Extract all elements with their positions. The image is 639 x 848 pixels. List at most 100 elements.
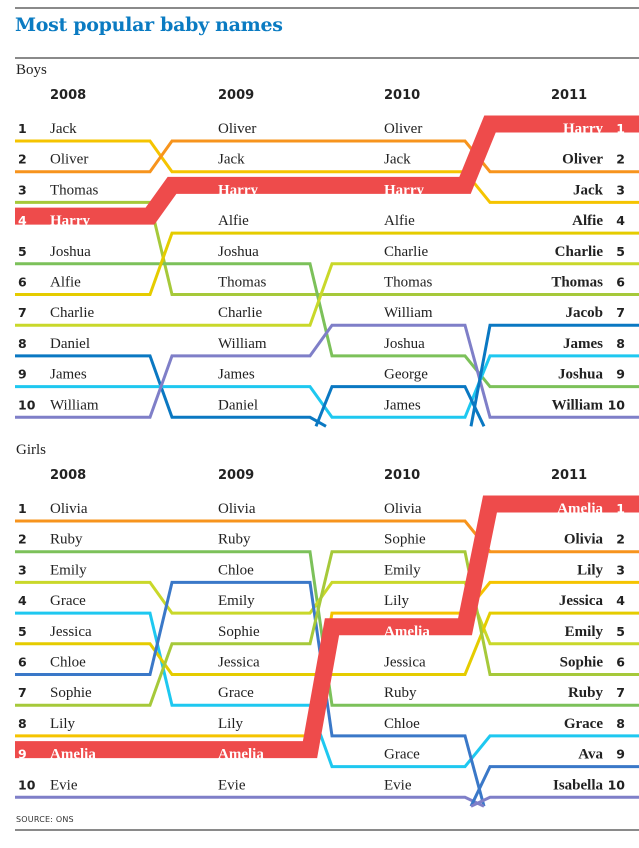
name-label: Ruby	[50, 532, 83, 548]
name-label: Grace	[384, 747, 420, 763]
rank-left: 7	[18, 305, 27, 320]
rank-left: 10	[18, 777, 36, 792]
name-label: Emily	[218, 593, 255, 609]
name-label: Joshua	[218, 244, 259, 260]
name-label: Joshua	[384, 336, 425, 352]
name-label: Jessica	[218, 655, 260, 671]
name-label: Sophie	[560, 655, 604, 671]
rank-left: 6	[18, 655, 27, 670]
name-label: Oliver	[218, 121, 256, 137]
name-label: Sophie	[218, 624, 260, 640]
rank-right: 4	[616, 213, 625, 228]
name-label: Amelia	[218, 747, 264, 763]
rank-right: 7	[616, 685, 625, 700]
series-line-oliver	[15, 139, 639, 174]
name-label: Thomas	[50, 182, 98, 198]
rank-left: 7	[18, 685, 27, 700]
rank-left: 3	[18, 562, 27, 577]
name-label: Harry	[384, 182, 424, 198]
name-label: Chloe	[50, 655, 86, 671]
rank-right: 8	[616, 336, 625, 351]
rank-left: 4	[18, 213, 27, 228]
rank-left: 8	[18, 336, 27, 351]
rank-right: 6	[616, 655, 625, 670]
name-label: Harry	[563, 121, 603, 137]
name-label: William	[552, 397, 604, 413]
name-label: James	[384, 397, 421, 413]
rank-left: 1	[18, 121, 27, 136]
name-label: Ruby	[384, 685, 417, 701]
name-label: Jack	[218, 152, 245, 168]
rank-left: 9	[18, 747, 27, 762]
name-label: Amelia	[557, 501, 603, 517]
lines-boys	[15, 115, 639, 428]
name-label: Grace	[50, 593, 86, 609]
series-line-amelia	[15, 495, 639, 759]
lines-girls	[15, 495, 639, 808]
rank-right: 7	[616, 305, 625, 320]
rank-left: 9	[18, 367, 27, 382]
name-label: Thomas	[551, 275, 603, 291]
rank-right: 5	[616, 244, 625, 259]
name-label: Emily	[565, 624, 604, 640]
rank-right: 4	[616, 593, 625, 608]
name-label: Charlie	[218, 305, 262, 321]
name-label: Chloe	[384, 716, 420, 732]
name-label: Lily	[218, 716, 243, 732]
name-label: Alfie	[218, 213, 249, 229]
series-line-olivia	[15, 519, 639, 554]
name-label: Jack	[384, 152, 411, 168]
rank-left: 6	[18, 275, 27, 290]
name-label: Lily	[384, 593, 409, 609]
name-label: Harry	[218, 182, 258, 198]
bump-chart: 1 2 3 4 5 6 7 8 9 10 Jack Oliver Thomas Harry Joshua Al…	[15, 115, 639, 808]
name-label: Charlie	[50, 305, 94, 321]
name-label: Lily	[50, 716, 75, 732]
series-line-evie	[15, 795, 485, 808]
name-label: Alfie	[50, 275, 81, 291]
name-label: Sophie	[384, 532, 426, 548]
name-label: Olivia	[50, 501, 88, 517]
name-label: Jack	[50, 121, 77, 137]
name-label: Alfie	[384, 213, 415, 229]
rank-left: 1	[18, 501, 27, 516]
bottom-rule	[15, 829, 639, 831]
name-label: Ruby	[568, 685, 604, 701]
name-label: Thomas	[384, 275, 432, 291]
rank-right: 1	[616, 121, 625, 136]
name-label: Evie	[384, 777, 412, 793]
name-label: Amelia	[384, 624, 430, 640]
name-label: Grace	[564, 716, 603, 732]
source-note: SOURCE: ONS	[16, 815, 74, 824]
name-label: William	[218, 336, 267, 352]
name-label: James	[50, 367, 87, 383]
name-label: William	[384, 305, 433, 321]
name-label: Sophie	[50, 685, 92, 701]
rank-right: 2	[616, 532, 625, 547]
name-label: Jessica	[50, 624, 92, 640]
name-label: Thomas	[218, 275, 266, 291]
name-label: Oliver	[384, 121, 422, 137]
name-label: Jack	[573, 182, 604, 198]
rank-left: 5	[18, 244, 27, 259]
name-label: Emily	[384, 562, 421, 578]
rank-right: 9	[616, 367, 625, 382]
name-label: Olivia	[564, 532, 604, 548]
name-label: Ruby	[218, 532, 251, 548]
name-label: James	[218, 367, 255, 383]
rank-left: 4	[18, 593, 27, 608]
rank-right: 3	[616, 182, 625, 197]
name-label: Isabella	[553, 777, 604, 793]
rank-left: 2	[18, 152, 27, 167]
name-label: Jessica	[384, 655, 426, 671]
name-label: Oliver	[50, 152, 88, 168]
name-label: Joshua	[50, 244, 91, 260]
rank-left: 10	[18, 397, 36, 412]
rank-right: 6	[616, 275, 625, 290]
name-label: Alfie	[572, 213, 603, 229]
rank-right: 2	[616, 152, 625, 167]
rank-right: 1	[616, 501, 625, 516]
name-label: Oliver	[562, 152, 603, 168]
name-label: Daniel	[50, 336, 90, 352]
rank-right: 3	[616, 562, 625, 577]
